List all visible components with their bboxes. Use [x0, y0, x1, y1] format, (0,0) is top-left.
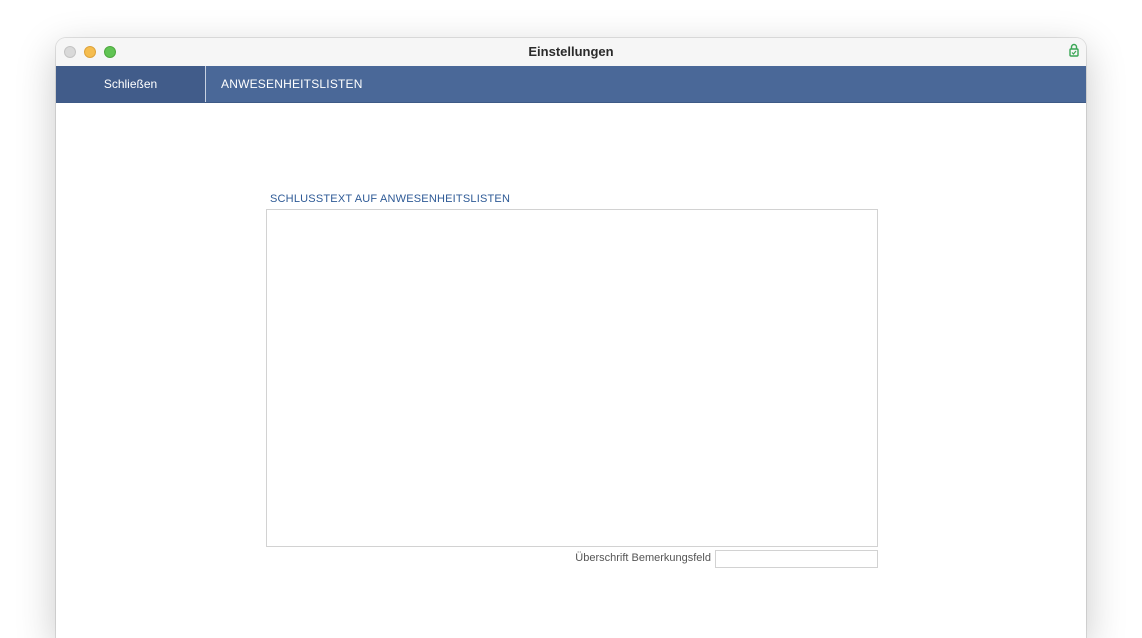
lock-icon	[1069, 43, 1079, 57]
window-title: Einstellungen	[528, 44, 614, 59]
closing-text-field[interactable]	[266, 209, 878, 547]
remark-heading-input[interactable]	[715, 550, 878, 568]
section-title: ANWESENHEITSLISTEN	[221, 77, 363, 91]
title-bar: Einstellungen	[56, 38, 1086, 67]
toolbar: Schließen ANWESENHEITSLISTEN	[56, 66, 1086, 103]
close-button[interactable]: Schließen	[56, 66, 206, 102]
settings-content: SCHLUSSTEXT AUF ANWESENHEITSLISTEN Übers…	[56, 103, 1086, 638]
settings-window: Einstellungen Schließen ANWESENHEITSLIST…	[56, 38, 1086, 638]
remark-heading-label: Überschrift Bemerkungsfeld	[575, 552, 711, 564]
closing-text-label: SCHLUSSTEXT AUF ANWESENHEITSLISTEN	[270, 193, 511, 205]
